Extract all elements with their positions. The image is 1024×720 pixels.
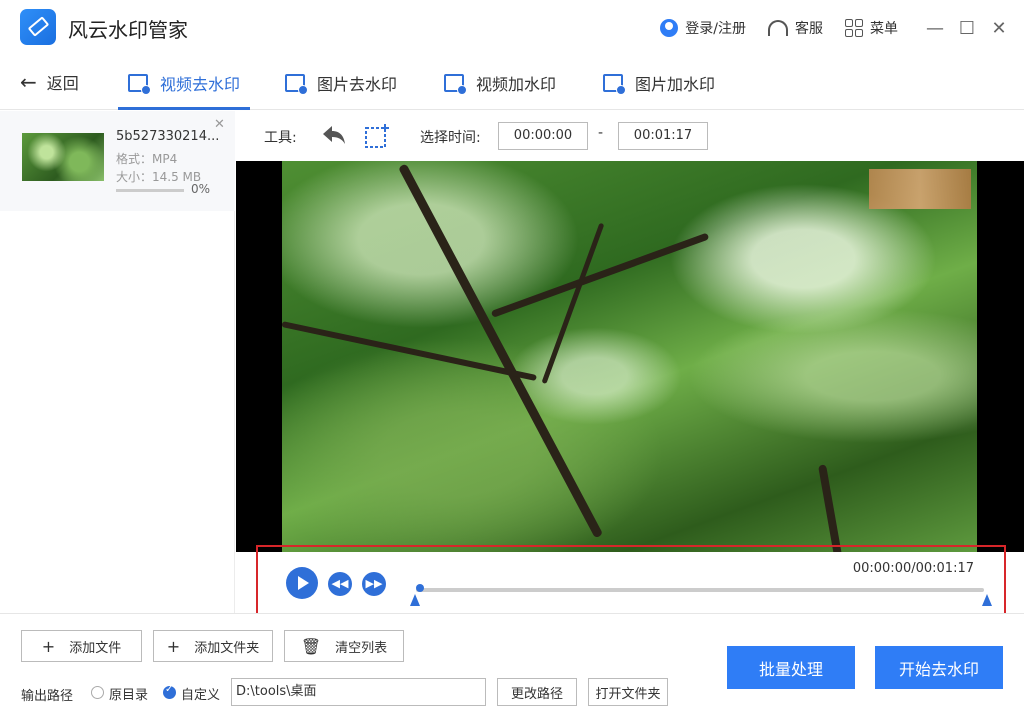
video-frame[interactable] — [282, 161, 977, 552]
video-icon — [444, 74, 467, 95]
tab-image-add-watermark[interactable]: 图片加水印 — [603, 56, 715, 110]
add-folder-button[interactable]: + 添加文件夹 — [153, 630, 273, 662]
add-file-button[interactable]: + 添加文件 — [21, 630, 142, 662]
app-title: 风云水印管家 — [68, 18, 188, 42]
start-time-input[interactable]: 00:00:00 — [498, 122, 588, 150]
time-label: 选择时间: — [420, 130, 481, 146]
end-marker-icon[interactable] — [982, 594, 992, 606]
tab-label: 视频加水印 — [476, 75, 557, 94]
plus-icon: + — [41, 636, 56, 656]
video-preview-area — [236, 161, 1024, 552]
back-button[interactable]: ← 返回 — [20, 70, 79, 94]
undo-icon[interactable] — [320, 123, 348, 147]
arrow-left-icon: ← — [20, 70, 37, 94]
start-remove-watermark-button[interactable]: 开始去水印 — [875, 646, 1003, 689]
file-size: 大小：14.5 MB — [116, 170, 202, 184]
file-format: 格式：MP4 — [116, 152, 178, 166]
customer-service-button[interactable]: 客服 — [768, 18, 823, 38]
fast-forward-icon[interactable]: ▶▶ — [362, 572, 386, 596]
tab-label: 视频去水印 — [160, 75, 241, 94]
plus-icon: + — [166, 636, 181, 656]
radio-original-dir[interactable] — [91, 686, 104, 699]
video-icon — [128, 74, 151, 95]
tab-bar: ← 返回 视频去水印 图片去水印 视频加水印 图片加水印 — [0, 56, 1024, 110]
bottom-panel: + 添加文件 + 添加文件夹 🗑 清空列表 输出路径 原目录 自定义 D:\to… — [0, 613, 1024, 720]
watermark-region[interactable] — [869, 169, 971, 209]
output-path-input[interactable]: D:\tools\桌面 — [231, 678, 486, 706]
app-logo — [20, 9, 56, 45]
list-item[interactable]: 5b527330214... 格式：MP4 大小：14.5 MB ✕ 0% — [0, 111, 235, 211]
radio-original-label: 原目录 — [109, 688, 149, 703]
open-folder-button[interactable]: 打开文件夹 — [588, 678, 668, 706]
image-icon — [603, 74, 626, 95]
radio-custom-dir[interactable] — [163, 684, 176, 699]
close-button[interactable]: ✕ — [984, 13, 1014, 43]
user-icon — [660, 19, 679, 37]
play-button[interactable] — [286, 567, 318, 599]
player-controls: ◀◀ ▶▶ 00:00:00/00:01:17 — [236, 552, 1024, 613]
menu-button[interactable]: 菜单 — [845, 18, 898, 38]
tab-label: 图片加水印 — [635, 75, 716, 94]
video-thumbnail — [22, 133, 104, 181]
headset-icon — [768, 20, 788, 36]
seek-handle[interactable] — [416, 584, 424, 592]
select-area-icon[interactable] — [364, 123, 390, 149]
add-file-label: 添加文件 — [69, 640, 122, 656]
tool-row: 工具: 选择时间: 00:00:00 - 00:01:17 — [236, 111, 1024, 161]
file-progress-bar — [116, 189, 184, 192]
tab-video-remove-watermark[interactable]: 视频去水印 — [118, 56, 251, 110]
time-readout: 00:00:00/00:01:17 — [852, 561, 974, 576]
login-label: 登录/注册 — [685, 21, 746, 37]
clear-list-button[interactable]: 🗑 清空列表 — [284, 630, 404, 662]
tab-image-remove-watermark[interactable]: 图片去水印 — [285, 56, 397, 110]
batch-process-button[interactable]: 批量处理 — [727, 646, 855, 689]
file-name: 5b527330214... — [116, 129, 220, 144]
title-bar: 风云水印管家 登录/注册 客服 菜单 — ☐ ✕ — [0, 0, 1024, 56]
trash-icon: 🗑 — [300, 636, 322, 656]
menu-icon — [845, 19, 863, 37]
tab-video-add-watermark[interactable]: 视频加水印 — [444, 56, 556, 110]
service-label: 客服 — [795, 21, 823, 37]
minimize-button[interactable]: — — [920, 13, 950, 43]
radio-custom-label: 自定义 — [181, 688, 221, 703]
add-folder-label: 添加文件夹 — [194, 640, 260, 656]
login-button[interactable]: 登录/注册 — [660, 18, 746, 38]
menu-label: 菜单 — [870, 21, 898, 37]
image-icon — [285, 74, 308, 95]
back-label: 返回 — [46, 74, 79, 93]
clear-list-label: 清空列表 — [335, 640, 388, 656]
tool-label: 工具: — [264, 130, 297, 146]
output-path-label: 输出路径 — [21, 689, 74, 704]
start-marker-icon[interactable] — [410, 594, 420, 606]
time-dash: - — [598, 125, 604, 141]
file-progress-text: 0% — [191, 182, 211, 196]
maximize-button[interactable]: ☐ — [952, 13, 982, 43]
file-list-panel: 5b527330214... 格式：MP4 大小：14.5 MB ✕ 0% — [0, 111, 235, 613]
change-path-button[interactable]: 更改路径 — [497, 678, 577, 706]
end-time-input[interactable]: 00:01:17 — [618, 122, 708, 150]
close-icon[interactable]: ✕ — [214, 117, 225, 132]
tab-label: 图片去水印 — [317, 75, 398, 94]
seek-bar[interactable] — [416, 588, 984, 592]
rewind-icon[interactable]: ◀◀ — [328, 572, 352, 596]
